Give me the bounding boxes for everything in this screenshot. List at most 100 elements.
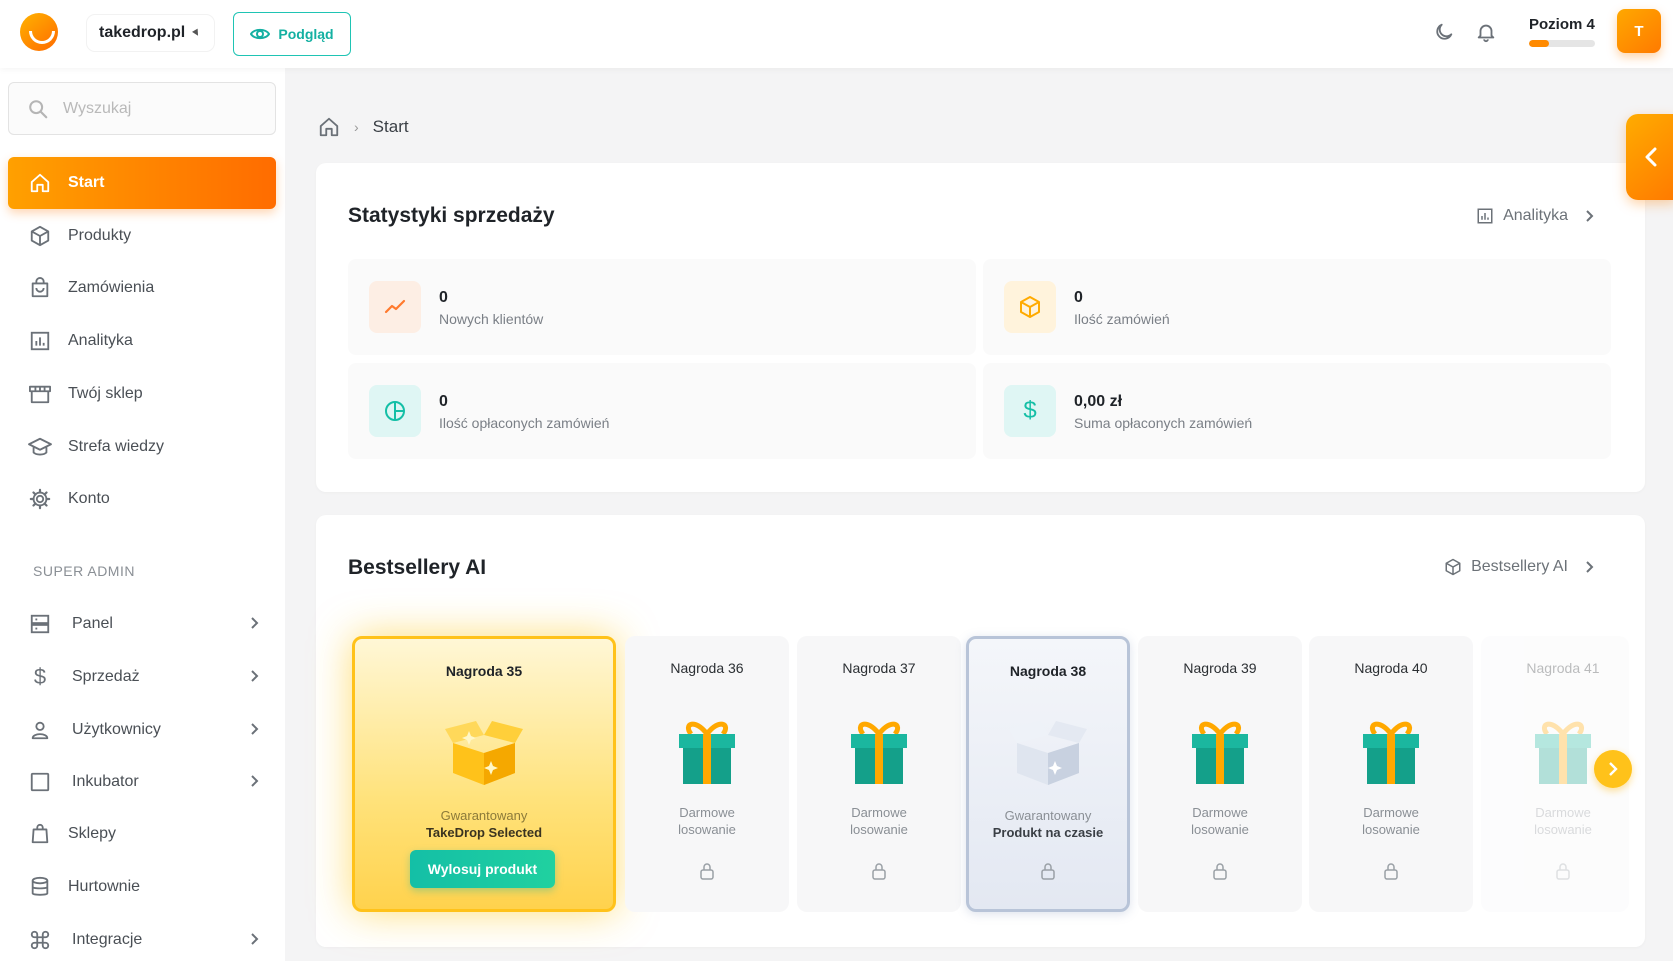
sidebar-item-label: Integracje: [72, 931, 143, 948]
chevron-right-icon: [251, 670, 259, 682]
stat-value: 0,00 zł: [1074, 393, 1123, 410]
prize-description: Darmowe losowanie: [1309, 804, 1473, 838]
stat-label: Nowych klientów: [439, 311, 544, 327]
home-icon[interactable]: [318, 116, 340, 138]
box-icon: [28, 224, 52, 248]
trend-up-icon: [369, 281, 421, 333]
card-title: Bestsellery AI: [348, 556, 487, 579]
stat-value: 0: [439, 393, 448, 410]
dollar-icon: $: [1004, 385, 1056, 437]
sidebar-item-twoj-sklep[interactable]: Twój sklep: [8, 368, 276, 420]
user-icon: [28, 718, 52, 742]
section-label-super-admin: SUPER ADMIN: [33, 563, 135, 579]
lock-icon: [700, 863, 714, 880]
prize-card-40[interactable]: Nagroda 40 Darmowe losowanie: [1309, 636, 1473, 912]
bestsellers-link[interactable]: Bestsellery AI: [1444, 558, 1595, 576]
stat-value: 0: [1074, 289, 1083, 306]
sidebar-item-analityka[interactable]: Analityka: [8, 315, 276, 367]
gift-icon: [1363, 721, 1419, 784]
shop-selector[interactable]: takedrop.pl ▼: [87, 15, 215, 51]
breadcrumb-separator: ›: [354, 119, 359, 135]
bell-icon: [1477, 24, 1495, 43]
prize-card-38[interactable]: Nagroda 38 Gwarantowany Produkt na czasie: [966, 636, 1130, 912]
prize-title: Nagroda 36: [670, 660, 744, 676]
sidebar-item-integracje[interactable]: Integracje: [8, 914, 276, 961]
carousel-next-button[interactable]: [1594, 750, 1632, 788]
chevron-right-icon: [251, 723, 259, 735]
preview-button[interactable]: Podgląd: [233, 12, 351, 56]
avatar[interactable]: T: [1617, 9, 1661, 53]
sidebar-item-label: Start: [68, 174, 105, 191]
preview-label: Podgląd: [278, 26, 334, 42]
prize-desc-line2: TakeDrop Selected: [425, 825, 543, 840]
sidebar-item-zamowienia[interactable]: Zamówienia: [8, 262, 276, 314]
dollar-icon: $: [33, 664, 47, 689]
sidebar-item-hurtownie[interactable]: Hurtownie: [8, 861, 276, 913]
search-input[interactable]: [63, 99, 253, 118]
chart-icon: [1477, 208, 1493, 224]
sidebar-item-start[interactable]: Start: [8, 157, 276, 209]
sidebar-item-label: Strefa wiedzy: [68, 438, 165, 455]
prize-card-37[interactable]: Nagroda 37 Darmowe losowanie: [797, 636, 961, 912]
side-panel-toggle[interactable]: [1626, 114, 1673, 200]
prize-desc-line1: Darmowe: [1192, 805, 1248, 820]
lock-icon: [1041, 863, 1055, 880]
chevron-right-icon: [1586, 210, 1594, 222]
graduation-cap-icon: [28, 435, 52, 459]
lock-icon: [1384, 863, 1398, 880]
prize-desc-line2: Produkt na czasie: [992, 825, 1104, 840]
top-bar: takedrop.pl ▼ Podgląd Poziom 4 T: [0, 0, 1673, 68]
home-icon: [28, 171, 52, 195]
eye-icon: [250, 28, 271, 40]
sidebar-item-label: Konto: [68, 490, 110, 507]
stat-order-count: 0 Ilość zamówień: [983, 259, 1611, 355]
notifications-button[interactable]: [1472, 18, 1500, 46]
silver-box-icon: [1009, 721, 1087, 785]
dark-mode-toggle[interactable]: [1430, 18, 1458, 46]
sidebar-item-label: Sklepy: [68, 825, 117, 842]
square-icon: [28, 770, 52, 794]
sidebar-item-uzytkownicy[interactable]: Użytkownicy: [8, 704, 276, 756]
stat-paid-orders: 0 Ilość opłaconych zamówień: [348, 363, 976, 459]
bestsellers-link-label: Bestsellery AI: [1471, 558, 1568, 575]
prize-card-36[interactable]: Nagroda 36 Darmowe losowanie: [625, 636, 789, 912]
breadcrumb: › Start: [318, 116, 409, 138]
prize-description: Darmowe losowanie: [797, 804, 961, 838]
chevron-right-icon: [1609, 762, 1618, 776]
sidebar-item-sklepy[interactable]: Sklepy: [8, 808, 276, 860]
sidebar-item-sprzedaz[interactable]: $ Sprzedaż: [8, 651, 276, 703]
search-box[interactable]: [8, 82, 276, 135]
chevron-left-icon: [1645, 147, 1657, 167]
prize-description: Gwarantowany TakeDrop Selected: [355, 807, 613, 841]
gift-icon: [679, 721, 735, 784]
server-icon: [28, 612, 52, 636]
sidebar-item-inkubator[interactable]: Inkubator: [8, 756, 276, 808]
sidebar-item-produkty[interactable]: Produkty: [8, 210, 276, 262]
prize-card-35[interactable]: Nagroda 35 Gwarantowany TakeDrop Selecte…: [352, 636, 616, 912]
prize-desc-line1: Gwarantowany: [440, 808, 528, 823]
prize-title: Nagroda 41: [1526, 660, 1600, 676]
prize-card-39[interactable]: Nagroda 39 Darmowe losowanie: [1138, 636, 1302, 912]
sidebar-item-panel[interactable]: Panel: [8, 598, 276, 650]
sidebar-item-konto[interactable]: Konto: [8, 473, 276, 525]
sidebar-item-label: Panel: [72, 615, 113, 632]
sales-stats-card: Statystyki sprzedaży Analityka 0 Nowych …: [316, 163, 1645, 492]
takedrop-logo[interactable]: [20, 13, 58, 51]
prize-title: Nagroda 39: [1183, 660, 1257, 676]
analytics-link[interactable]: Analityka: [1476, 207, 1595, 225]
command-icon: [28, 928, 52, 952]
analytics-link-label: Analityka: [1503, 207, 1568, 224]
gear-icon: [28, 487, 52, 511]
prize-title: Nagroda 35: [445, 663, 523, 679]
prize-description: Darmowe losowanie: [625, 804, 789, 838]
prize-title: Nagroda 40: [1354, 660, 1428, 676]
bag-icon: [28, 276, 52, 300]
chevron-right-icon: [1586, 561, 1594, 573]
sidebar-item-label: Sprzedaż: [72, 668, 140, 685]
sidebar-item-strefa-wiedzy[interactable]: Strefa wiedzy: [8, 421, 276, 473]
draw-product-button[interactable]: Wylosuj produkt: [410, 850, 555, 888]
pie-chart-icon: [369, 385, 421, 437]
stat-label: Suma opłaconych zamówień: [1074, 415, 1253, 431]
breadcrumb-current: Start: [372, 117, 409, 136]
level-label: Poziom 4: [1529, 16, 1595, 33]
